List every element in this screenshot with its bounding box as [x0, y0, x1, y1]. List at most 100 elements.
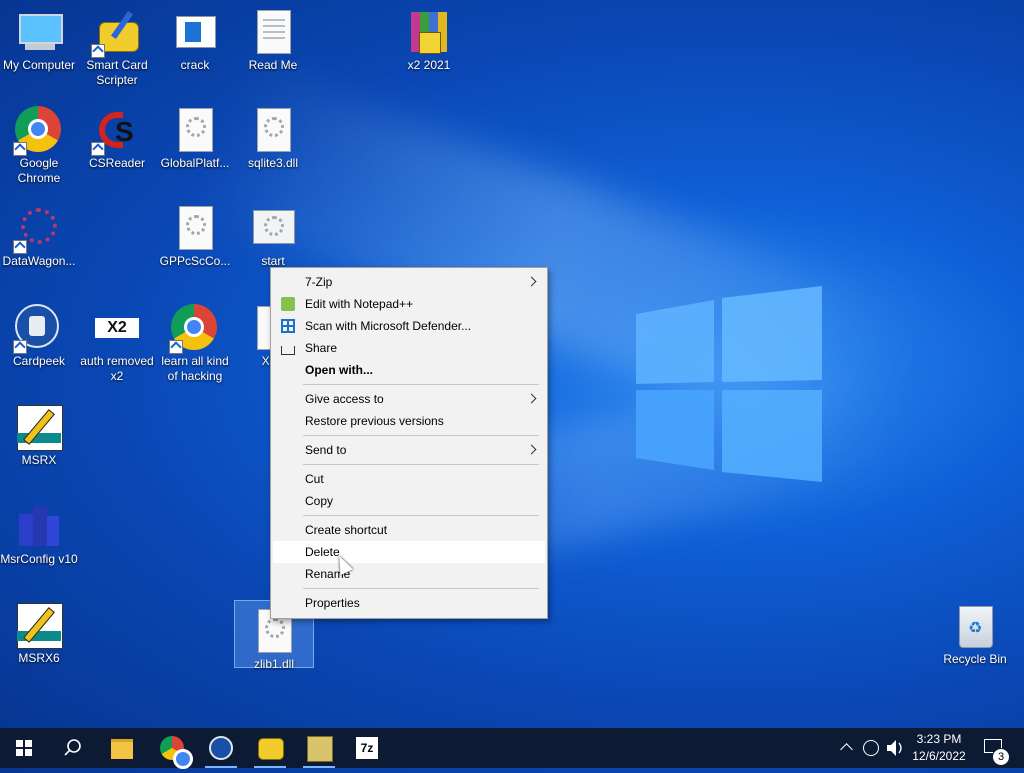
desktop-icon-crack[interactable]: crack	[156, 2, 234, 73]
menu-separator	[303, 515, 539, 516]
icon-label: CSReader	[88, 156, 146, 170]
menu-item-edit-notepad[interactable]: Edit with Notepad++	[273, 293, 545, 315]
desktop-icon-msrx[interactable]: MSRX	[0, 397, 78, 468]
chrome-icon	[160, 736, 193, 769]
search-button[interactable]	[48, 728, 96, 768]
shortcut-arrow-icon	[91, 44, 105, 58]
chevron-right-icon	[526, 393, 537, 404]
desktop-icon-globalplatform[interactable]: GlobalPlatf...	[156, 100, 234, 171]
taskbar-magnifier-app[interactable]	[295, 728, 343, 768]
msrx-app-icon	[15, 403, 63, 451]
desktop-icon-cardpeek[interactable]: Cardpeek	[0, 298, 78, 369]
clock-time: 3:23 PM	[916, 732, 962, 746]
start-button[interactable]	[0, 728, 48, 768]
notification-count-badge: 3	[992, 748, 1010, 766]
icon-label: Read Me	[248, 58, 298, 72]
menu-item-properties[interactable]: Properties	[273, 592, 545, 614]
icon-label: zlib1.dll	[253, 657, 295, 671]
volume-button[interactable]	[884, 728, 906, 768]
desktop-icon-learn-hacking[interactable]: learn all kind of hacking	[156, 298, 234, 384]
menu-separator	[303, 384, 539, 385]
taskbar-chrome[interactable]	[148, 728, 196, 769]
dll-file-icon	[171, 204, 219, 252]
msrx6-app-icon	[15, 601, 63, 649]
search-icon	[64, 739, 81, 756]
desktop-icon-msrx6[interactable]: MSRX6	[0, 595, 78, 666]
menu-item-create-shortcut[interactable]: Create shortcut	[273, 519, 545, 541]
chevron-right-icon	[526, 276, 537, 287]
magnifier-app-icon	[307, 736, 333, 762]
taskbar-smart-card-app[interactable]	[246, 728, 294, 768]
defender-shield-icon	[281, 319, 295, 333]
windows-start-icon	[16, 740, 32, 756]
desktop-icon-x2-2021[interactable]: x2 2021	[390, 2, 468, 73]
desktop-icon-start[interactable]: start	[234, 198, 312, 269]
winrar-archive-icon	[405, 8, 453, 56]
icon-label: auth removed x2	[80, 354, 154, 383]
desktop-icon-gppcscco[interactable]: GPPcScCo...	[156, 198, 234, 269]
network-button[interactable]	[860, 728, 882, 768]
shortcut-arrow-icon	[13, 340, 27, 354]
context-menu: 7-Zip Edit with Notepad++ Scan with Micr…	[270, 267, 548, 619]
datawagon-icon	[13, 204, 63, 254]
desktop-icon-google-chrome[interactable]: Google Chrome	[0, 100, 78, 186]
menu-item-restore-versions[interactable]: Restore previous versions	[273, 410, 545, 432]
shortcut-arrow-icon	[13, 240, 27, 254]
menu-item-rename[interactable]: Rename	[273, 563, 545, 585]
folder-icon	[111, 739, 133, 759]
smart-card-scripter-icon	[91, 8, 141, 58]
msrconfig-icon	[15, 502, 63, 550]
computer-icon	[15, 8, 63, 56]
icon-label: learn all kind of hacking	[161, 354, 229, 383]
menu-separator	[303, 435, 539, 436]
desktop-icon-csreader[interactable]: S CSReader	[78, 100, 156, 171]
desktop-icon-read-me[interactable]: Read Me	[234, 2, 312, 73]
icon-label: MsrConfig v10	[0, 552, 78, 566]
menu-item-scan-defender[interactable]: Scan with Microsoft Defender...	[273, 315, 545, 337]
text-document-icon	[249, 8, 297, 56]
icon-label: crack	[180, 58, 210, 72]
icon-label: GPPcScCo...	[159, 254, 231, 268]
action-center-button[interactable]: 3	[976, 728, 1024, 768]
taskbar-7zip[interactable]: 7z	[344, 728, 392, 768]
dll-file-icon	[171, 106, 219, 154]
chevron-right-icon	[526, 444, 537, 455]
menu-item-share[interactable]: Share	[273, 337, 545, 359]
icon-label: Google Chrome	[17, 156, 61, 185]
speaker-icon	[887, 740, 902, 756]
clock[interactable]: 3:23 PM 12/6/2022	[906, 728, 972, 768]
icon-label: sqlite3.dll	[247, 156, 299, 170]
icon-label: MSRX	[21, 453, 57, 467]
icon-label: Smart Card Scripter	[86, 58, 148, 87]
menu-item-7zip[interactable]: 7-Zip	[273, 271, 545, 293]
desktop-icon-smart-card-scripter[interactable]: Smart Card Scripter	[78, 2, 156, 88]
menu-item-send-to[interactable]: Send to	[273, 439, 545, 461]
shortcut-arrow-icon	[13, 142, 27, 156]
desktop-icon-msrconfig[interactable]: MsrConfig v10	[0, 496, 78, 567]
clock-date: 12/6/2022	[912, 749, 966, 763]
desktop-icon-auth-removed-x2[interactable]: X2 auth removed x2	[78, 298, 156, 384]
shortcut-arrow-icon	[91, 142, 105, 156]
taskbar-file-explorer[interactable]	[98, 728, 146, 768]
desktop-icon-sqlite3-dll[interactable]: sqlite3.dll	[234, 100, 312, 171]
menu-item-copy[interactable]: Copy	[273, 490, 545, 512]
desktop-icon-recycle-bin[interactable]: ♻ Recycle Bin	[936, 596, 1014, 667]
menu-separator	[303, 588, 539, 589]
cardpeek-icon	[13, 304, 63, 354]
menu-item-open-with[interactable]: Open with...	[273, 359, 545, 381]
taskbar-cardpeek[interactable]	[197, 728, 245, 768]
menu-separator	[303, 464, 539, 465]
chrome-icon	[13, 106, 63, 156]
recycle-bin-icon: ♻	[951, 602, 999, 650]
menu-item-delete[interactable]: Delete	[273, 541, 545, 563]
menu-item-cut[interactable]: Cut	[273, 468, 545, 490]
window-app-icon	[171, 8, 219, 56]
menu-item-give-access[interactable]: Give access to	[273, 388, 545, 410]
notepad-plus-plus-icon	[281, 297, 295, 311]
icon-label: Cardpeek	[12, 354, 66, 368]
desktop-icon-my-computer[interactable]: My Computer	[0, 2, 78, 73]
desktop-icon-datawagon[interactable]: DataWagon...	[0, 198, 78, 269]
share-icon	[281, 346, 295, 355]
globe-icon	[863, 740, 879, 756]
show-hidden-icons-button[interactable]	[836, 728, 858, 768]
